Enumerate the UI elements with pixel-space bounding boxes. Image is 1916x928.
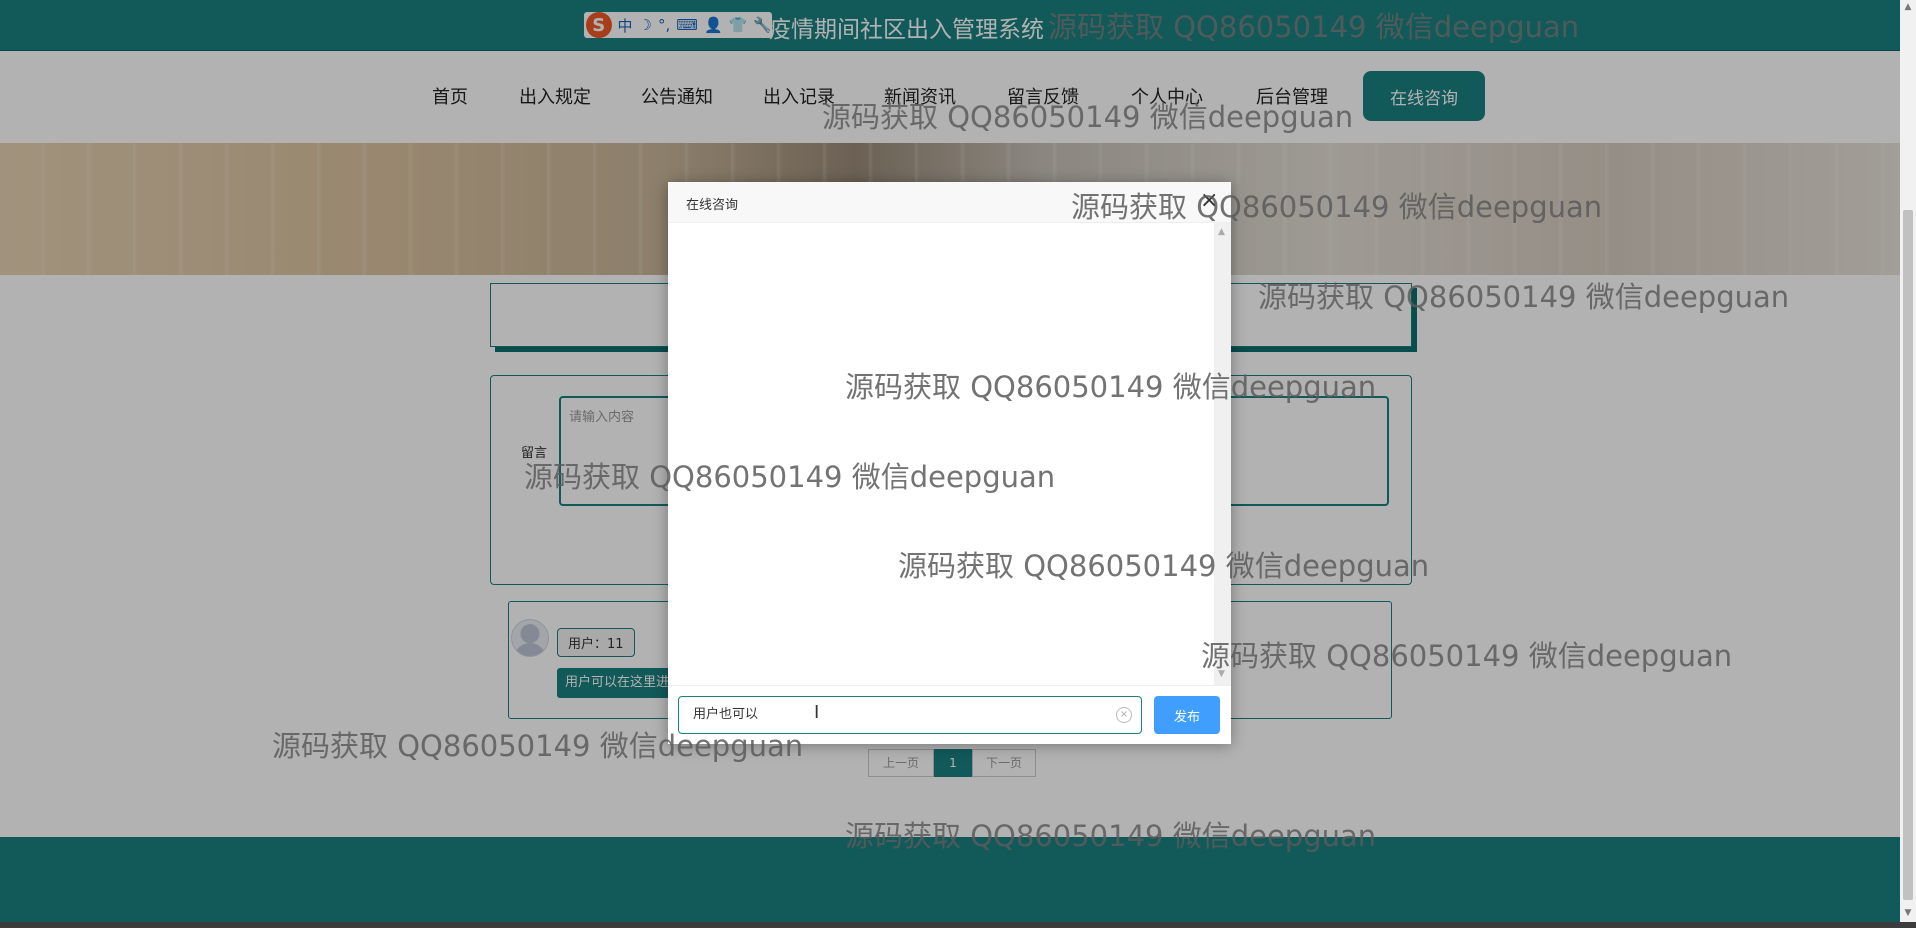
modal-title: 在线咨询 — [686, 198, 739, 213]
chat-input[interactable]: 用户也可以 — [678, 696, 1142, 734]
scroll-down-icon[interactable]: ▼ — [1903, 908, 1913, 918]
chat-scroll-down-icon[interactable]: ▼ — [1218, 669, 1225, 679]
scroll-thumb[interactable] — [1903, 210, 1913, 900]
consult-modal: 在线咨询 × ▲ ▼ 用户也可以 × I 发布 — [668, 182, 1231, 744]
modal-footer: 用户也可以 × I 发布 — [668, 685, 1231, 744]
chat-scrollbar[interactable]: ▲ ▼ — [1214, 223, 1231, 685]
close-icon[interactable]: × — [1200, 188, 1218, 214]
chat-scroll-up-icon[interactable]: ▲ — [1218, 227, 1225, 237]
bottom-strip — [0, 922, 1916, 928]
page-scrollbar[interactable]: ▲ ▼ — [1900, 0, 1916, 922]
chat-area[interactable] — [668, 223, 1214, 685]
clear-input-icon[interactable]: × — [1116, 707, 1132, 723]
send-button[interactable]: 发布 — [1154, 696, 1220, 734]
scroll-up-icon[interactable]: ▲ — [1903, 2, 1913, 12]
text-cursor-icon: I — [814, 702, 820, 723]
modal-header: 在线咨询 × — [668, 182, 1231, 223]
